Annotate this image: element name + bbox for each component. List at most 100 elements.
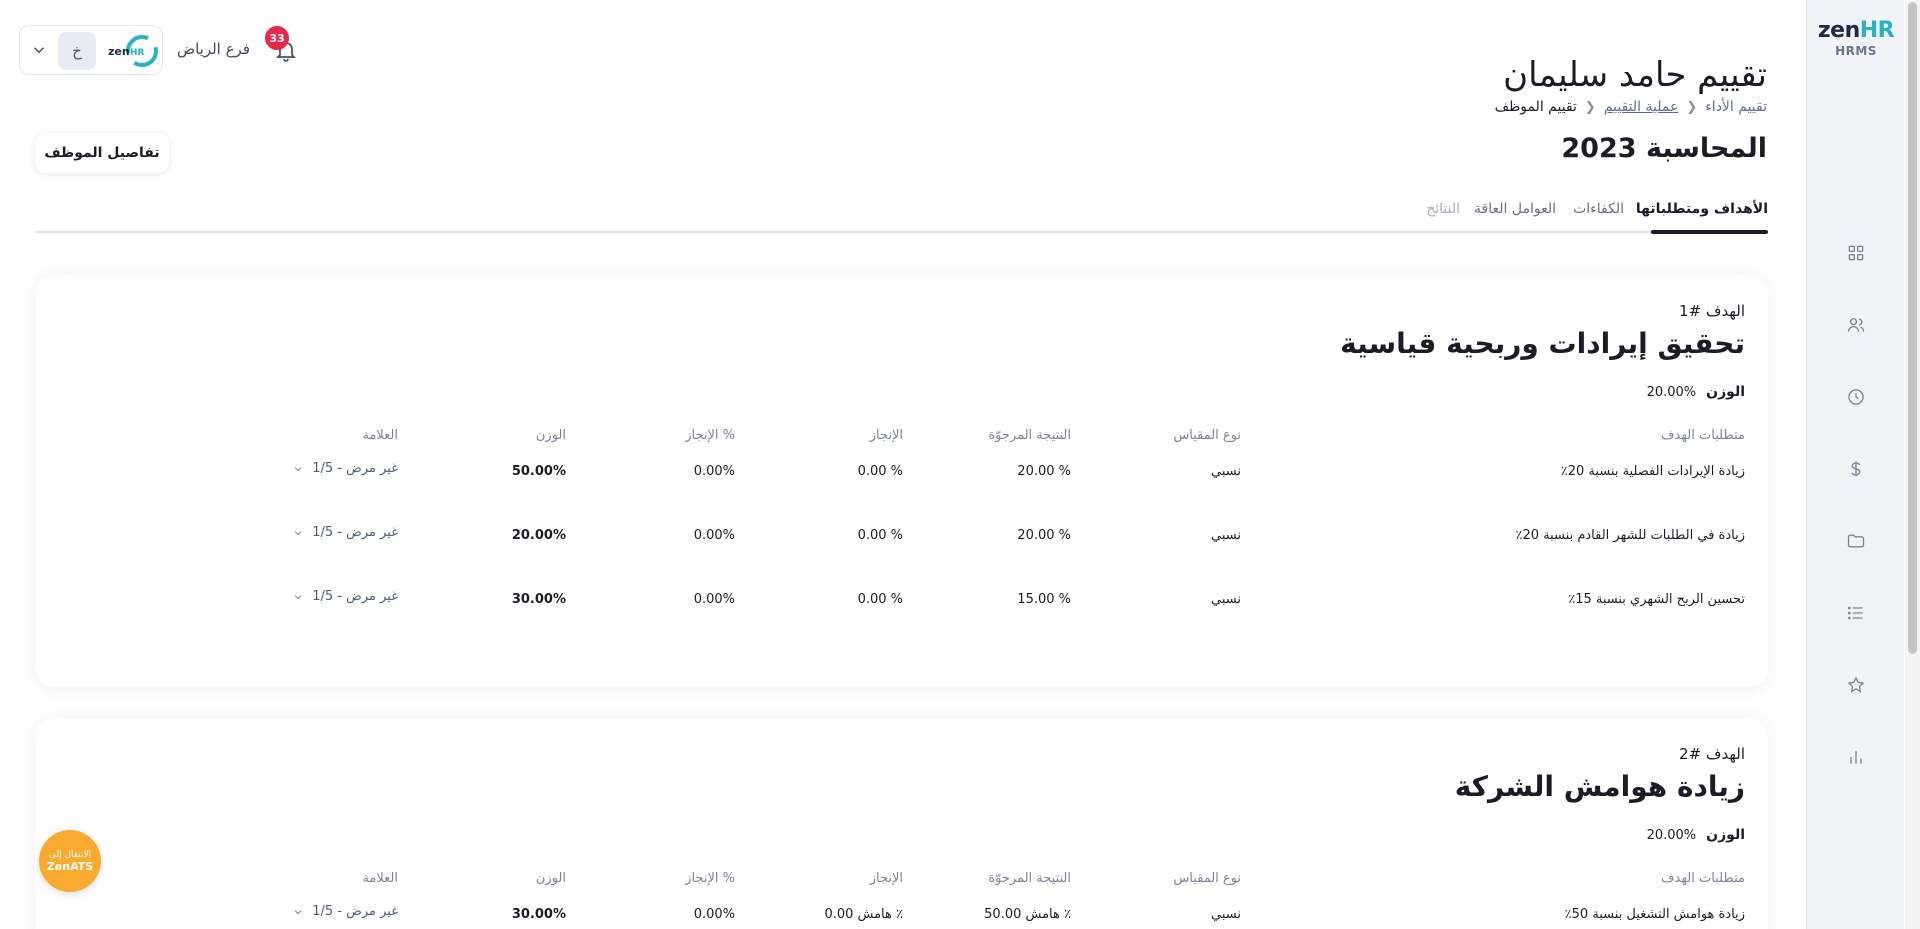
goal-card: الهدف #1 تحقيق إيرادات وربحية قياسية الو… [35, 275, 1768, 687]
notification-badge: 33 [265, 26, 289, 50]
target-value: 20.00 % [1017, 464, 1071, 479]
col-header-achieved-pct: الإنجاز % [685, 428, 735, 443]
chevron-left-icon: ❮ [1584, 99, 1596, 115]
tab-results[interactable]: النتائج [1426, 201, 1460, 217]
col-header-achieved: الإنجاز [869, 871, 903, 886]
measure-type: نسبي [1211, 592, 1241, 607]
zenats-line1: الانتقال إلى [48, 849, 92, 860]
grade-select[interactable]: 1/5 - غير مرض [292, 461, 398, 476]
tab-goals[interactable]: الأهداف ومتطلباتها [1636, 201, 1768, 217]
target-value: 50.00 هامش ٪ [984, 907, 1071, 922]
col-header-requirement: متطلبات الهدف [1661, 871, 1745, 886]
col-header-target: النتيجة المرجوّة [988, 428, 1071, 443]
goal-weight-label: الوزن [1706, 827, 1745, 843]
scrollbar[interactable] [1905, 0, 1920, 929]
grade-value: 1/5 - غير مرض [312, 904, 398, 919]
star-icon[interactable] [1844, 673, 1868, 697]
tabs-bar: الأهداف ومتطلباتها الكفاءات العوامل العا… [35, 195, 1768, 234]
row-weight: 30.00% [511, 592, 566, 607]
chevron-down-icon [294, 594, 302, 599]
brand-main: zen [1817, 18, 1860, 43]
goal-weight-label: الوزن [1706, 384, 1745, 400]
col-header-achieved-pct: الإنجاز % [685, 871, 735, 886]
breadcrumb-item-performance[interactable]: تقييم الأداء [1705, 99, 1767, 115]
requirement-text: تحسين الربح الشهري بنسبة 15٪ [1568, 592, 1745, 607]
breadcrumb-item-current: تقييم الموظف [1494, 99, 1577, 115]
dashboard-icon[interactable] [1844, 241, 1868, 265]
col-header-achieved: الإنجاز [869, 428, 903, 443]
col-header-grade: العلامة [362, 428, 398, 443]
achieved-pct: 0.00% [693, 528, 735, 543]
sidebar: zenHR HRMS [1806, 0, 1904, 929]
goal-card: الهدف #2 زيادة هوامش الشركة الوزن 20.00%… [35, 718, 1768, 929]
scrollbar-thumb[interactable] [1908, 2, 1917, 654]
dollar-icon[interactable] [1844, 457, 1868, 481]
page-title: تقييم حامد سليمان [1503, 55, 1767, 95]
goal-title: زيادة هوامش الشركة [1454, 770, 1745, 803]
zenats-button[interactable]: الانتقال إلى ZenATS [39, 830, 101, 892]
avatar[interactable]: خ [58, 32, 96, 70]
col-header-grade: العلامة [362, 871, 398, 886]
grade-value: 1/5 - غير مرض [312, 589, 398, 604]
chevron-down-icon [294, 909, 302, 914]
grade-value: 1/5 - غير مرض [312, 461, 398, 476]
zenhr-logo[interactable]: zenHR HRMS [1807, 18, 1905, 58]
active-tab-indicator [1651, 230, 1768, 234]
zenats-line2: ZenATS [46, 859, 94, 873]
clock-icon[interactable] [1844, 385, 1868, 409]
goal-weight-value: 20.00% [1646, 385, 1697, 400]
cycle-title: المحاسبة 2023 [1561, 133, 1767, 164]
breadcrumb: تقييم الأداء ❮ عملية التقييم ❮ تقييم الم… [1495, 99, 1767, 115]
users-icon[interactable] [1844, 313, 1868, 337]
goal-number: الهدف #2 [1679, 745, 1745, 763]
achieved-pct: 0.00% [693, 464, 735, 479]
row-weight: 30.00% [511, 907, 566, 922]
goal-title: تحقيق إيرادات وربحية قياسية [1340, 327, 1745, 360]
achieved-value: 0.00 % [857, 592, 903, 607]
list-icon[interactable] [1844, 601, 1868, 625]
chevron-down-icon [294, 530, 302, 535]
target-value: 20.00 % [1017, 528, 1071, 543]
col-header-measure-type: نوع المقياس [1173, 871, 1241, 886]
measure-type: نسبي [1211, 464, 1241, 479]
employee-details-button[interactable]: تفاصيل الموظف [35, 133, 169, 173]
tab-obstacles[interactable]: العوامل العاقة [1474, 201, 1556, 217]
col-header-measure-type: نوع المقياس [1173, 428, 1241, 443]
grade-value: 1/5 - غير مرض [312, 525, 398, 540]
row-weight: 50.00% [511, 464, 566, 479]
branch-name[interactable]: فرع الرياض [170, 40, 250, 58]
chevron-left-icon: ❮ [1686, 99, 1698, 115]
row-weight: 20.00% [511, 528, 566, 543]
achieved-pct: 0.00% [693, 592, 735, 607]
col-header-requirement: متطلبات الهدف [1661, 428, 1745, 443]
achieved-value: 0.00 % [857, 528, 903, 543]
measure-type: نسبي [1211, 907, 1241, 922]
target-value: 15.00 % [1017, 592, 1071, 607]
company-logo-icon: zen HR [108, 35, 158, 67]
col-header-weight: الوزن [535, 871, 566, 886]
goal-number: الهدف #1 [1679, 302, 1745, 320]
folder-icon[interactable] [1844, 529, 1868, 553]
chart-icon[interactable] [1844, 745, 1868, 769]
achieved-value: 0.00 هامش ٪ [824, 907, 903, 922]
chevron-down-icon [294, 466, 302, 471]
breadcrumb-item-process[interactable]: عملية التقييم [1604, 99, 1679, 115]
brand-sub: HRMS [1835, 44, 1877, 58]
requirement-text: زيادة هوامش التشغيل بنسبة 50٪ [1564, 907, 1745, 922]
achieved-pct: 0.00% [693, 907, 735, 922]
col-header-weight: الوزن [535, 428, 566, 443]
goal-weight-value: 20.00% [1646, 828, 1697, 843]
measure-type: نسبي [1211, 528, 1241, 543]
goal-weight: الوزن 20.00% [1647, 827, 1745, 843]
goal-weight: الوزن 20.00% [1647, 384, 1745, 400]
svg-text:zen: zen [108, 45, 130, 58]
grade-select[interactable]: 1/5 - غير مرض [292, 589, 398, 604]
achieved-value: 0.00 % [857, 464, 903, 479]
chevron-down-icon[interactable] [30, 41, 48, 59]
tab-competencies[interactable]: الكفاءات [1573, 201, 1624, 217]
col-header-target: النتيجة المرجوّة [988, 871, 1071, 886]
svg-text:HR: HR [130, 48, 145, 58]
account-switcher[interactable]: خ zen HR [19, 25, 163, 75]
grade-select[interactable]: 1/5 - غير مرض [292, 525, 398, 540]
grade-select[interactable]: 1/5 - غير مرض [292, 904, 398, 919]
